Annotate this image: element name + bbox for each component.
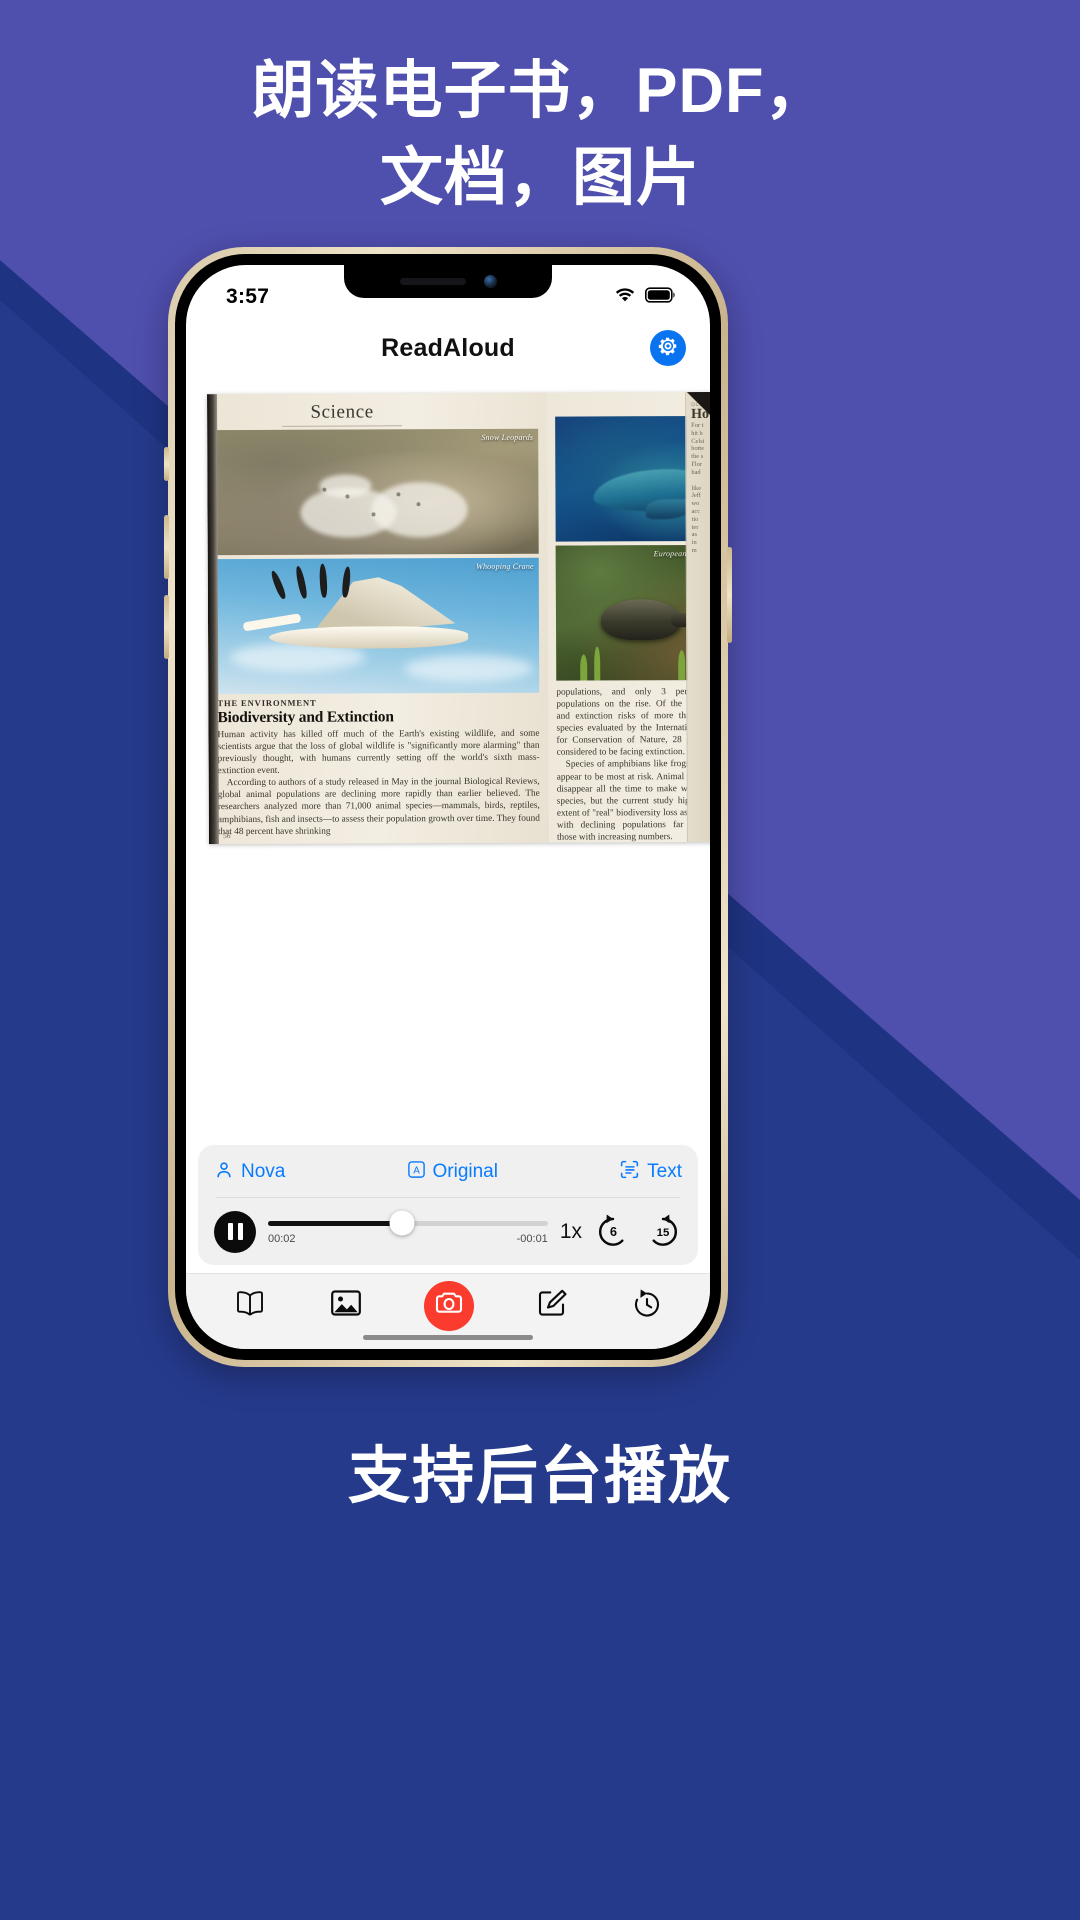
text-label: Text [647,1161,682,1182]
player-controls: 00:02 -00:01 1x 6 15 [214,1210,682,1253]
snow-leopards-photo: Snow Leopards [216,428,539,556]
history-clock-icon [631,1288,663,1324]
player-panel: Nova A Original Text 00:02 -00:01 1x 6 1… [198,1145,698,1265]
tab-library[interactable] [233,1288,267,1323]
photo-caption: Snow Leopards [481,432,534,442]
promo-caption: 支持后台播放 [347,1442,732,1511]
volume-up-button[interactable] [164,515,169,579]
page-title: ReadAloud [381,333,515,362]
remaining-time: -00:01 [516,1232,548,1245]
gear-icon [657,335,679,362]
page-number: 56 [222,831,231,841]
photo-icon [330,1288,362,1323]
text-view-button[interactable]: Text [619,1159,682,1185]
magazine-far-page: OCEA Ho For t hit b Celsi hotte the s Fl… [685,391,710,843]
skip-forward-button[interactable]: 15 [644,1210,682,1253]
notch [344,265,552,298]
mode-selector[interactable]: A Original [407,1160,498,1184]
home-indicator[interactable] [363,1335,533,1340]
skip-backward-button[interactable]: 6 [594,1210,632,1253]
wifi-icon [614,287,636,308]
paragraph: According to authors of a study released… [217,777,540,837]
document-viewport[interactable]: Science Snow Leopards Whooping Crane THE… [186,379,710,1145]
phone-bezel: 3:57 ReadAloud Science Snow Leopards Who… [175,254,721,1360]
speaker-grille-icon [399,278,466,285]
slider-fill [268,1220,403,1226]
power-button[interactable] [727,547,732,643]
tab-photos[interactable] [330,1288,362,1323]
section-heading: Science [282,401,403,427]
text-scan-icon [619,1159,640,1185]
player-tabs: Nova A Original Text [214,1159,682,1185]
pause-button[interactable] [214,1210,256,1253]
divider [216,1197,680,1198]
tab-camera[interactable] [424,1280,475,1331]
elapsed-time: 00:02 [268,1232,296,1245]
phone-mockup: 3:57 ReadAloud Science Snow Leopards Who… [164,247,732,1367]
mode-label: Original [432,1161,498,1182]
mute-switch[interactable] [164,447,169,481]
paragraph: Human activity has killed off much of th… [217,728,540,777]
status-indicators [614,286,676,308]
navigation-bar: ReadAloud [186,317,710,379]
promo-headline: 朗读电子书，PDF， 文档，图片 [251,56,829,213]
skip-forward-seconds: 15 [657,1227,670,1239]
photo-caption: Whooping Crane [476,561,534,571]
compose-icon [537,1288,568,1323]
settings-button[interactable] [650,330,686,366]
pause-icon [237,1223,243,1240]
voice-label: Nova [241,1161,286,1182]
magazine-page-image[interactable]: Science Snow Leopards Whooping Crane THE… [207,391,710,845]
battery-icon [645,286,676,308]
slider-knob[interactable] [389,1210,415,1236]
time-labels: 00:02 -00:01 [268,1233,548,1245]
article: THE ENVIRONMENT Biodiversity and Extinct… [217,697,540,838]
skip-back-seconds: 6 [610,1224,617,1239]
camera-icon [434,1288,464,1323]
page-gutter-shadow [207,394,219,845]
volume-down-button[interactable] [164,595,169,659]
progress-slider[interactable]: 00:02 -00:01 [268,1210,548,1245]
tab-history[interactable] [631,1288,663,1324]
book-icon [233,1288,267,1323]
tab-compose[interactable] [537,1288,568,1323]
article-headline: Biodiversity and Extinction [217,708,394,727]
voice-selector[interactable]: Nova [214,1160,285,1185]
front-camera-icon [483,275,497,288]
person-icon [214,1160,234,1185]
slider-track[interactable] [268,1210,548,1236]
article-left-column: Human activity has killed off much of th… [217,728,539,838]
far-page-text: For t hit b Celsi hotte the s Flor had l… [691,422,705,555]
letter-a-box-icon: A [407,1160,426,1184]
page-curl-shadow [665,391,710,439]
phone-screen: 3:57 ReadAloud Science Snow Leopards Who… [186,265,710,1349]
whooping-crane-photo: Whooping Crane [216,557,540,695]
magazine-left-page: Science Snow Leopards Whooping Crane THE… [207,392,549,845]
svg-text:A: A [413,1165,420,1176]
photo-grid: Snow Leopards Whooping Crane [216,428,540,695]
article-kicker: THE ENVIRONMENT [217,697,317,709]
status-time: 3:57 [226,285,270,308]
pause-icon [227,1223,233,1240]
playback-speed-button[interactable]: 1x [560,1220,582,1244]
